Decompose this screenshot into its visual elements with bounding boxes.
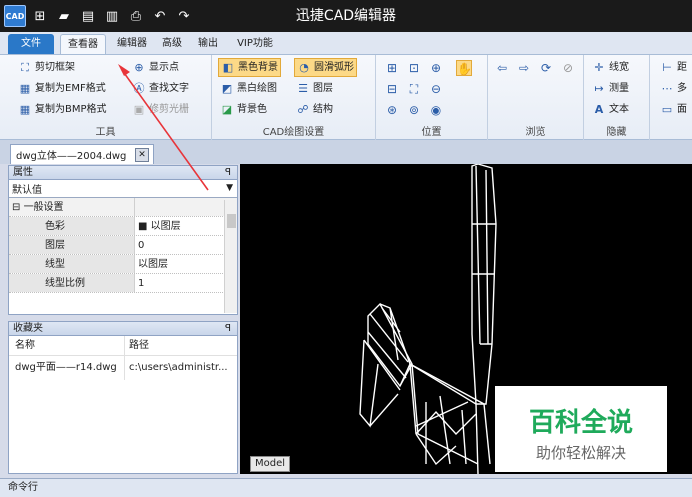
command-line-label: 命令行	[8, 482, 38, 493]
annotation-arrow	[118, 64, 209, 191]
command-line-bar[interactable]: 命令行	[0, 478, 692, 497]
app-window: CAD ⊞ ▰ ▤ ▥ ⎙ ↶ ↷ 迅捷CAD编辑器 文件 查看器 编辑器 高级…	[0, 0, 692, 497]
